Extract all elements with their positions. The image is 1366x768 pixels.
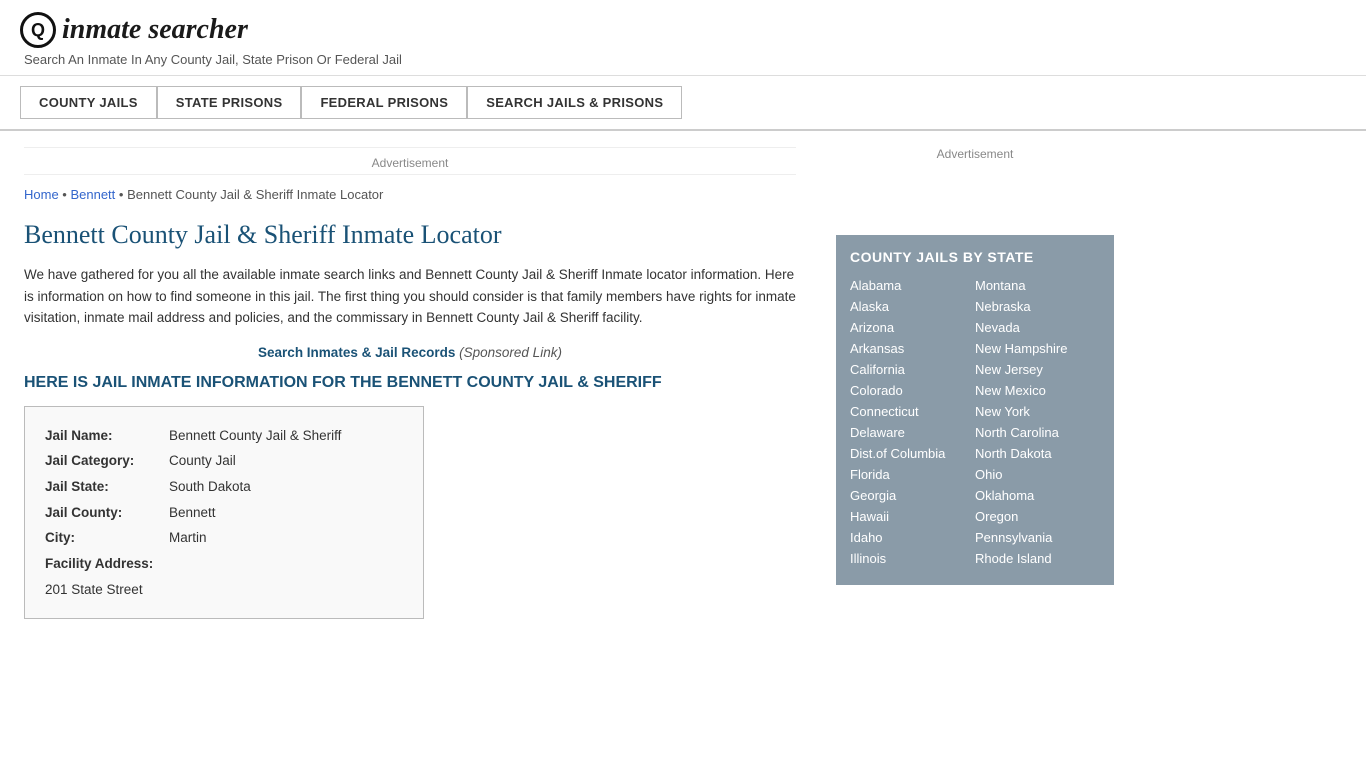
logo-area: Q inmate searcher	[20, 12, 1346, 48]
facility-address-label: Facility Address:	[45, 551, 165, 577]
intro-text: We have gathered for you all the availab…	[24, 264, 796, 329]
jail-state-label: Jail State:	[45, 474, 165, 500]
jail-name-value: Bennett County Jail & Sheriff	[169, 423, 341, 449]
tagline: Search An Inmate In Any County Jail, Sta…	[24, 52, 1346, 67]
jail-state-row: Jail State: South Dakota	[45, 474, 403, 500]
state-link-right[interactable]: New Mexico	[975, 380, 1100, 401]
state-link-left[interactable]: Dist.of Columbia	[850, 443, 975, 464]
state-link-right[interactable]: New York	[975, 401, 1100, 422]
facility-address-row: Facility Address:	[45, 551, 403, 577]
search-inmates-link[interactable]: Search Inmates & Jail Records	[258, 345, 455, 360]
state-link-right[interactable]: Nevada	[975, 317, 1100, 338]
state-link-right[interactable]: Oklahoma	[975, 485, 1100, 506]
state-link-left[interactable]: Colorado	[850, 380, 975, 401]
jail-county-label: Jail County:	[45, 500, 165, 526]
state-link-left[interactable]: Hawaii	[850, 506, 975, 527]
jail-category-row: Jail Category: County Jail	[45, 448, 403, 474]
county-jails-by-state-box: COUNTY JAILS BY STATE AlabamaAlaskaArizo…	[836, 235, 1114, 585]
facility-address-value: 201 State Street	[45, 577, 143, 603]
state-link-right[interactable]: Oregon	[975, 506, 1100, 527]
logo-icon: Q	[20, 12, 56, 48]
breadcrumb: Home • Bennett • Bennett County Jail & S…	[24, 187, 796, 202]
jail-info-box: Jail Name: Bennett County Jail & Sheriff…	[24, 406, 424, 619]
breadcrumb-home[interactable]: Home	[24, 187, 59, 202]
info-heading: HERE IS JAIL INMATE INFORMATION FOR THE …	[24, 374, 796, 392]
state-link-left[interactable]: Arkansas	[850, 338, 975, 359]
states-right-col: MontanaNebraskaNevadaNew HampshireNew Je…	[975, 275, 1100, 569]
ad-banner: Advertisement	[24, 147, 796, 175]
sidebar: Advertisement COUNTY JAILS BY STATE Alab…	[820, 131, 1130, 635]
nav-federal-prisons[interactable]: FEDERAL PRISONS	[301, 86, 467, 119]
county-jails-title: COUNTY JAILS BY STATE	[850, 249, 1100, 265]
jail-name-label: Jail Name:	[45, 423, 165, 449]
page-title: Bennett County Jail & Sheriff Inmate Loc…	[24, 220, 796, 250]
state-link-left[interactable]: California	[850, 359, 975, 380]
logo-text: inmate searcher	[62, 14, 248, 46]
state-link-right[interactable]: Rhode Island	[975, 548, 1100, 569]
state-link-right[interactable]: Montana	[975, 275, 1100, 296]
state-link-left[interactable]: Delaware	[850, 422, 975, 443]
breadcrumb-bennett[interactable]: Bennett	[70, 187, 115, 202]
city-label: City:	[45, 525, 165, 551]
jail-category-value: County Jail	[169, 448, 236, 474]
state-link-left[interactable]: Florida	[850, 464, 975, 485]
sponsored-label: (Sponsored Link)	[459, 345, 562, 360]
state-link-left[interactable]: Arizona	[850, 317, 975, 338]
jail-county-value: Bennett	[169, 500, 216, 526]
site-header: Q inmate searcher Search An Inmate In An…	[0, 0, 1366, 76]
state-link-left[interactable]: Alaska	[850, 296, 975, 317]
main-content: Advertisement Home • Bennett • Bennett C…	[0, 131, 820, 635]
state-link-left[interactable]: Georgia	[850, 485, 975, 506]
state-link-right[interactable]: North Carolina	[975, 422, 1100, 443]
state-link-right[interactable]: Nebraska	[975, 296, 1100, 317]
jail-county-row: Jail County: Bennett	[45, 500, 403, 526]
nav-state-prisons[interactable]: STATE PRISONS	[157, 86, 302, 119]
state-link-right[interactable]: Ohio	[975, 464, 1100, 485]
breadcrumb-current: Bennett County Jail & Sheriff Inmate Loc…	[127, 187, 383, 202]
jail-state-value: South Dakota	[169, 474, 251, 500]
sidebar-ad: Advertisement	[836, 141, 1114, 221]
nav-search-jails[interactable]: SEARCH JAILS & PRISONS	[467, 86, 682, 119]
states-grid: AlabamaAlaskaArizonaArkansasCaliforniaCo…	[850, 275, 1100, 569]
state-link-right[interactable]: New Jersey	[975, 359, 1100, 380]
state-link-right[interactable]: Pennsylvania	[975, 527, 1100, 548]
jail-category-label: Jail Category:	[45, 448, 165, 474]
state-link-right[interactable]: New Hampshire	[975, 338, 1100, 359]
state-link-right[interactable]: North Dakota	[975, 443, 1100, 464]
content-wrapper: Advertisement Home • Bennett • Bennett C…	[0, 131, 1366, 635]
jail-name-row: Jail Name: Bennett County Jail & Sheriff	[45, 423, 403, 449]
state-link-left[interactable]: Illinois	[850, 548, 975, 569]
city-row: City: Martin	[45, 525, 403, 551]
state-link-left[interactable]: Connecticut	[850, 401, 975, 422]
state-link-left[interactable]: Alabama	[850, 275, 975, 296]
nav-county-jails[interactable]: COUNTY JAILS	[20, 86, 157, 119]
state-link-left[interactable]: Idaho	[850, 527, 975, 548]
states-left-col: AlabamaAlaskaArizonaArkansasCaliforniaCo…	[850, 275, 975, 569]
city-value: Martin	[169, 525, 207, 551]
search-link: Search Inmates & Jail Records (Sponsored…	[24, 345, 796, 360]
nav-bar: COUNTY JAILS STATE PRISONS FEDERAL PRISO…	[0, 76, 1366, 131]
facility-address-value-row: 201 State Street	[45, 577, 403, 603]
